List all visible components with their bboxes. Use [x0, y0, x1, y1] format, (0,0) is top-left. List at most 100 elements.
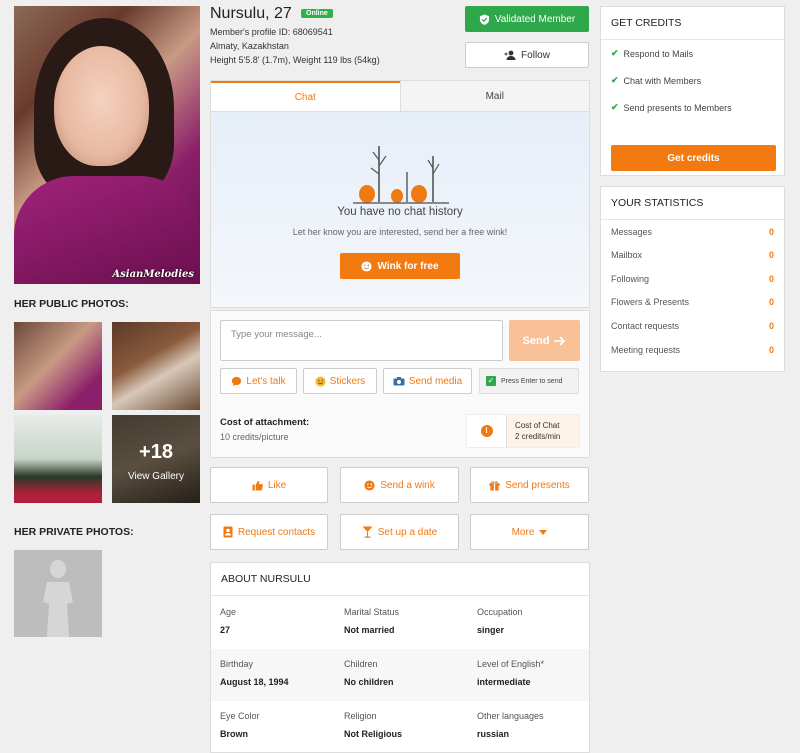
about-label: Eye Color — [220, 711, 260, 721]
set-up-date-button[interactable]: Set up a date — [340, 514, 459, 550]
chat-mail-tabs: Chat Mail — [210, 80, 590, 112]
about-row: Eye Color Brown Religion Not Religious O… — [211, 701, 589, 753]
about-cell-english-level: Level of English* intermediate — [477, 659, 544, 687]
contact-card-icon — [223, 526, 233, 538]
stat-label: Contact requests — [611, 321, 680, 331]
gallery-more-count: +18 — [139, 441, 173, 463]
stat-mailbox[interactable]: Mailbox 0 — [611, 250, 774, 260]
chat-bubble-icon — [232, 376, 242, 386]
validated-member-button[interactable]: Validated Member — [465, 6, 589, 32]
stat-label: Flowers & Presents — [611, 297, 690, 307]
get-credits-button[interactable]: Get credits — [611, 145, 776, 171]
profile-id: Member's profile ID: 68069541 — [210, 27, 333, 37]
lets-talk-label: Let's talk — [246, 375, 286, 387]
wink-for-free-button[interactable]: Wink for free — [340, 253, 460, 279]
stat-count: 0 — [768, 321, 774, 331]
main-profile-photo[interactable]: AsianMelodies — [14, 6, 200, 284]
send-media-button[interactable]: Send media — [383, 368, 472, 394]
stat-meeting-requests[interactable]: Meeting requests 0 — [611, 345, 774, 355]
press-enter-label: Press Enter to send — [501, 377, 563, 385]
like-button[interactable]: Like — [210, 467, 328, 503]
set-up-date-label: Set up a date — [377, 526, 438, 538]
camera-icon — [393, 376, 405, 385]
checkmark-icon: ✔ — [611, 102, 619, 112]
photo-watermark: AsianMelodies — [112, 269, 194, 280]
public-photo-thumb-3[interactable] — [14, 415, 102, 503]
checkbox-checked-icon: ✓ — [486, 376, 496, 386]
stat-messages[interactable]: Messages 0 — [611, 227, 774, 237]
cost-of-chat-value: 2 credits/min — [515, 432, 561, 441]
about-value: 27 — [220, 625, 231, 635]
stat-label: Messages — [611, 227, 653, 237]
credit-feature-item: ✔ Send presents to Members — [611, 102, 732, 113]
about-cell-age: Age 27 — [220, 607, 236, 635]
stat-label: Meeting requests — [611, 345, 681, 355]
cost-of-chat-label: Cost of Chat — [515, 421, 560, 430]
stat-count: 0 — [768, 227, 774, 237]
press-enter-toggle[interactable]: ✓ Press Enter to send — [479, 368, 579, 394]
cost-of-chat-text: Cost of Chat 2 credits/min — [507, 420, 560, 442]
info-icon: i — [480, 425, 493, 437]
about-section: ABOUT NURSULU Age 27 Marital Status Not … — [210, 562, 590, 753]
your-statistics-card: YOUR STATISTICS Messages 0 Mailbox 0 Fol… — [600, 186, 785, 372]
tab-chat[interactable]: Chat — [211, 81, 400, 111]
caret-down-icon — [539, 529, 548, 535]
private-photo-placeholder[interactable] — [14, 550, 102, 637]
follow-button[interactable]: Follow — [465, 42, 589, 68]
card-divider — [601, 39, 784, 40]
about-label: Age — [220, 607, 237, 617]
private-photos-label: HER PRIVATE PHOTOS: — [14, 526, 134, 538]
about-label: Religion — [344, 711, 377, 721]
cost-of-chat-box: i Cost of Chat 2 credits/min — [466, 414, 580, 448]
checkmark-icon: ✔ — [611, 48, 619, 58]
more-label: More — [511, 526, 535, 538]
more-actions-dropdown[interactable]: More — [470, 514, 589, 550]
about-label: Birthday — [220, 659, 254, 669]
profile-height-weight: Height 5'5.8' (1.7m), Weight 119 lbs (54… — [210, 55, 380, 65]
request-contacts-button[interactable]: Request contacts — [210, 514, 328, 550]
about-value: russian — [477, 729, 510, 739]
about-row: Age 27 Marital Status Not married Occupa… — [211, 597, 589, 649]
stickers-button[interactable]: Stickers — [303, 368, 377, 394]
stat-count: 0 — [768, 250, 774, 260]
no-chat-history-subtitle: Let her know you are interested, send he… — [292, 227, 508, 237]
info-button[interactable]: i — [467, 415, 507, 447]
photo-dress — [14, 176, 200, 284]
wink-smiley-icon — [364, 479, 375, 491]
about-label: Children — [344, 659, 378, 669]
about-value: Not Religious — [344, 729, 402, 739]
credit-feature-item: ✔ Respond to Mails — [611, 48, 693, 59]
message-input[interactable]: Type your message... — [220, 320, 503, 361]
public-photo-thumb-1[interactable] — [14, 322, 102, 410]
like-label: Like — [267, 479, 287, 491]
lets-talk-button[interactable]: Let's talk — [220, 368, 297, 394]
gift-icon — [489, 480, 500, 491]
send-wink-button[interactable]: Send a wink — [340, 467, 459, 503]
credit-feature-label: Chat with Members — [623, 75, 702, 86]
credit-feature-label: Send presents to Members — [623, 102, 732, 113]
view-gallery-thumb[interactable]: +18 View Gallery — [112, 415, 200, 503]
online-badge: Online — [301, 9, 333, 18]
send-label: Send — [522, 334, 550, 347]
stat-label: Following — [611, 274, 650, 284]
silhouette-icon — [43, 560, 73, 637]
credit-feature-label: Respond to Mails — [623, 48, 694, 59]
public-photos-label: HER PUBLIC PHOTOS: — [14, 298, 129, 310]
about-value: intermediate — [477, 677, 531, 687]
about-value: August 18, 1994 — [220, 677, 289, 687]
send-presents-button[interactable]: Send presents — [470, 467, 589, 503]
stat-contact-requests[interactable]: Contact requests 0 — [611, 321, 774, 331]
follow-label: Follow — [521, 49, 550, 61]
public-photo-thumb-2[interactable] — [112, 322, 200, 410]
credit-feature-item: ✔ Chat with Members — [611, 75, 701, 86]
send-button[interactable]: Send — [509, 320, 580, 361]
photo-face — [54, 46, 149, 166]
about-cell-religion: Religion Not Religious — [344, 711, 402, 739]
stat-following[interactable]: Following 0 — [611, 274, 774, 284]
send-presents-label: Send presents — [505, 479, 570, 491]
send-media-label: Send media — [408, 375, 463, 387]
about-value: No children — [344, 677, 394, 687]
tab-mail[interactable]: Mail — [399, 81, 589, 111]
profile-location: Almaty, Kazakhstan — [210, 41, 289, 51]
stat-flowers-presents[interactable]: Flowers & Presents 0 — [611, 297, 774, 307]
